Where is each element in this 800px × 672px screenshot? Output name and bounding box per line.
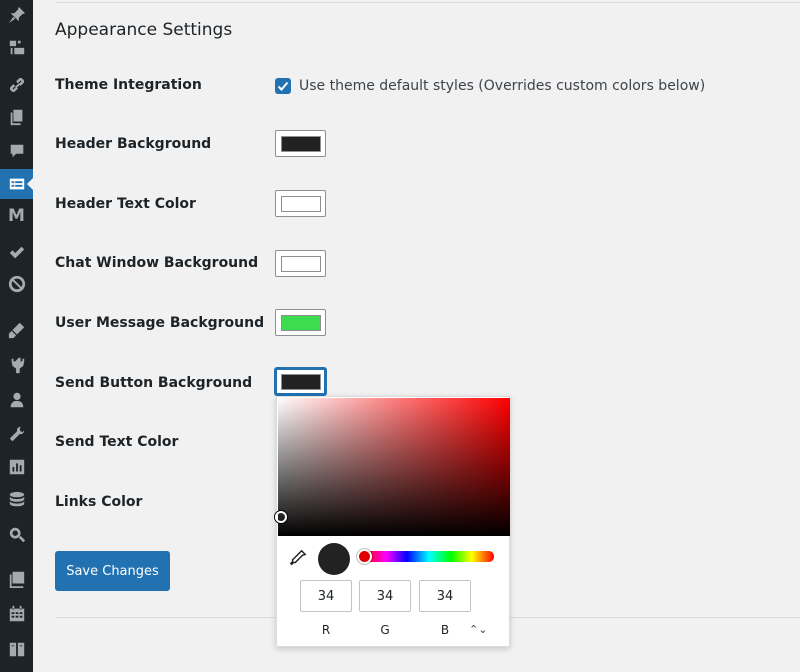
page-title: Appearance Settings xyxy=(55,20,233,40)
send-text-color-label: Send Text Color xyxy=(55,434,179,450)
users-icon[interactable] xyxy=(0,385,33,415)
database-icon[interactable] xyxy=(0,485,33,515)
gallery-icon[interactable] xyxy=(0,564,33,594)
green-value-input[interactable]: 34 xyxy=(359,580,411,612)
blue-value-input[interactable]: 34 xyxy=(419,580,471,612)
theme-integration-label: Theme Integration xyxy=(55,77,202,93)
tools-icon[interactable] xyxy=(0,419,33,449)
comments-icon[interactable] xyxy=(0,136,33,166)
header-text-color-swatch xyxy=(280,195,321,212)
chat-plugin-icon[interactable] xyxy=(0,169,33,199)
plugins-icon[interactable] xyxy=(0,350,33,380)
chat-window-background-label: Chat Window Background xyxy=(55,255,259,271)
pin-icon[interactable] xyxy=(0,0,33,30)
book-icon[interactable] xyxy=(0,634,33,664)
m-plugin-icon[interactable]: M xyxy=(0,201,33,231)
eyedropper-icon[interactable] xyxy=(289,549,307,567)
media-icon[interactable] xyxy=(0,32,33,62)
checkmark-icon[interactable] xyxy=(0,238,33,268)
theme-defaults-checkbox[interactable] xyxy=(275,78,291,94)
send-button-background-label: Send Button Background xyxy=(55,375,253,391)
links-color-label: Links Color xyxy=(55,494,143,510)
header-text-color-button[interactable] xyxy=(275,190,326,217)
calendar-icon[interactable] xyxy=(0,599,33,629)
header-background-color-button[interactable] xyxy=(275,130,326,157)
appearance-icon[interactable] xyxy=(0,315,33,345)
saturation-lightness-area[interactable] xyxy=(275,398,510,536)
send-button-background-button[interactable] xyxy=(275,368,326,395)
hue-slider-handle[interactable] xyxy=(357,549,372,564)
header-background-swatch xyxy=(280,135,321,152)
green-label: G xyxy=(380,623,390,637)
user-message-background-swatch xyxy=(280,314,321,331)
admin-sidebar: M xyxy=(0,0,33,672)
chat-window-background-swatch xyxy=(280,255,321,272)
chat-window-background-button[interactable] xyxy=(275,250,326,277)
color-preview xyxy=(318,543,350,575)
top-divider xyxy=(55,2,800,3)
pages-icon[interactable] xyxy=(0,102,33,132)
search-icon[interactable] xyxy=(0,520,33,550)
block-icon[interactable] xyxy=(0,269,33,299)
settings-icon[interactable] xyxy=(0,452,33,482)
header-text-color-label: Header Text Color xyxy=(55,196,196,212)
send-button-background-swatch xyxy=(280,373,321,390)
red-label: R xyxy=(321,623,331,637)
theme-defaults-checkbox-label[interactable]: Use theme default styles (Overrides cust… xyxy=(299,78,705,94)
save-changes-button[interactable]: Save Changes xyxy=(55,551,170,591)
header-background-label: Header Background xyxy=(55,136,212,152)
color-picker-popup: 34 34 34 R G B ⌃⌄ xyxy=(275,396,510,647)
link-icon[interactable] xyxy=(0,70,33,100)
red-value-input[interactable]: 34 xyxy=(300,580,352,612)
user-message-background-button[interactable] xyxy=(275,309,326,336)
m-plugin-letter: M xyxy=(8,206,25,226)
saturation-pointer[interactable] xyxy=(275,511,287,523)
blue-label: B xyxy=(440,623,450,637)
user-message-background-label: User Message Background xyxy=(55,315,265,331)
hue-slider[interactable] xyxy=(364,551,494,562)
color-mode-toggle-icon[interactable]: ⌃⌄ xyxy=(469,623,487,636)
checkmark-icon xyxy=(277,81,289,91)
